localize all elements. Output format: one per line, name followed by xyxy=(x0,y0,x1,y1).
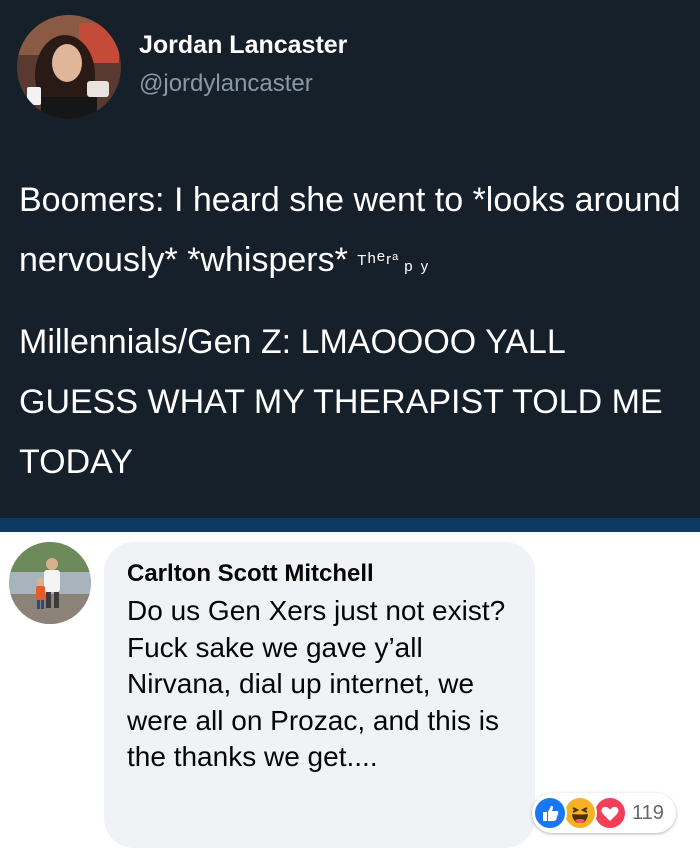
tweet-author-avatar[interactable] xyxy=(17,15,121,119)
tweet-text: Boomers: I heard she went to *looks arou… xyxy=(19,170,689,492)
comment-bubble: Carlton Scott Mitchell Do us Gen Xers ju… xyxy=(104,542,535,848)
tweet-author-handle[interactable]: @jordylancaster xyxy=(139,70,313,98)
therapy-letter: h xyxy=(367,250,377,267)
tweet-millennials-line: Millennials/Gen Z: LMAOOOO YALL GUESS WH… xyxy=(19,323,663,481)
therapy-letter: y xyxy=(420,258,430,275)
comment-text: Do us Gen Xers just not exist? Fuck sake… xyxy=(127,595,506,772)
therapy-letter: T xyxy=(357,252,368,269)
reactions-summary[interactable]: 119 xyxy=(532,793,676,833)
tweet-card: Jordan Lancaster @jordylancaster Boomers… xyxy=(0,0,700,518)
tweet-author-name[interactable]: Jordan Lancaster xyxy=(139,31,347,60)
love-icon xyxy=(593,796,627,830)
commenter-name[interactable]: Carlton Scott Mitchell xyxy=(127,560,374,588)
tweet-therapy-whisper: Therap y xyxy=(357,248,429,275)
tweet-bottom-bar xyxy=(0,518,700,532)
like-icon xyxy=(533,796,567,830)
therapy-letter: a xyxy=(392,251,400,263)
tweet-boomers-line: Boomers: I heard she went to *looks arou… xyxy=(19,170,689,298)
tweet-boomers-text: Boomers: I heard she went to *looks arou… xyxy=(19,181,681,279)
commenter-avatar[interactable] xyxy=(9,542,91,624)
therapy-letter: p xyxy=(404,258,414,275)
reaction-count: 119 xyxy=(632,802,664,824)
therapy-letter: e xyxy=(376,248,387,265)
haha-icon xyxy=(563,796,597,830)
